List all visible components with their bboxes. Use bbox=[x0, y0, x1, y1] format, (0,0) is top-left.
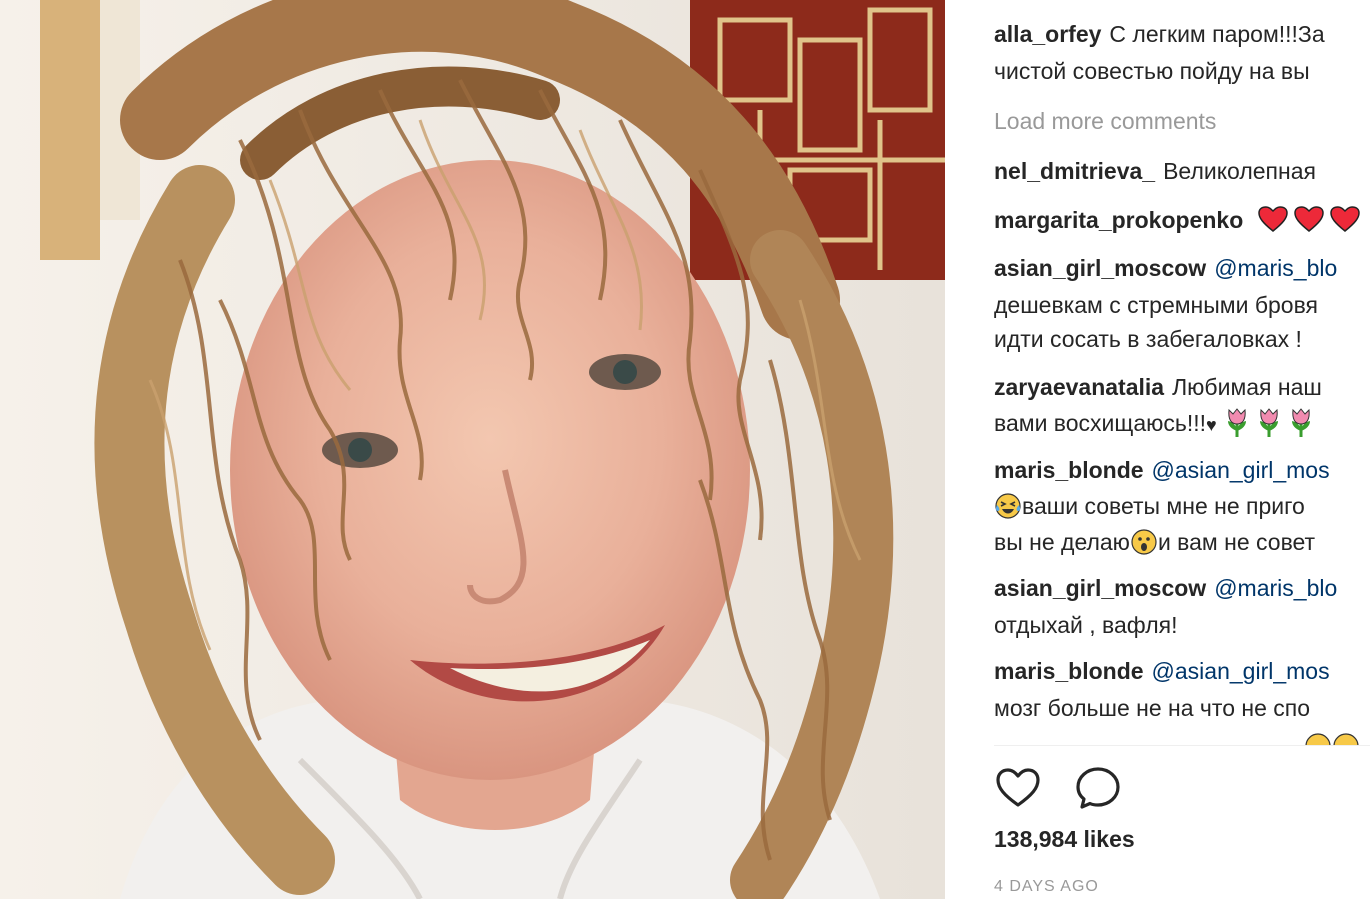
comment-text: вы не делаю bbox=[994, 529, 1130, 555]
comments-list[interactable]: alla_orfey С легким паром!!!За чистой сов… bbox=[994, 0, 1370, 745]
post-caption: alla_orfey С легким паром!!!За bbox=[994, 16, 1325, 53]
likes-count[interactable]: 138,984 likes bbox=[994, 826, 1135, 853]
comment-mention-link[interactable]: @maris_blo bbox=[1214, 255, 1337, 281]
tulip-emoji-icon bbox=[1228, 408, 1247, 437]
comment-item: asian_girl_moscow @maris_blo bbox=[994, 570, 1337, 607]
like-button[interactable] bbox=[994, 765, 1042, 813]
comment-item: maris_blonde @asian_girl_mos bbox=[994, 452, 1330, 489]
comment-bubble-icon bbox=[1076, 767, 1120, 809]
comment-text: вами восхищаюсь!!! bbox=[994, 410, 1207, 436]
comment-text-line-clipped bbox=[994, 728, 1360, 745]
selfie-illustration bbox=[0, 0, 945, 899]
comment-username[interactable]: asian_girl_moscow bbox=[994, 575, 1206, 601]
post-photo bbox=[0, 0, 945, 899]
comment-item: asian_girl_moscow @maris_blo bbox=[994, 250, 1337, 287]
comment-text-line: дешевкам с стремными бровя bbox=[994, 292, 1319, 318]
comment-text: Великолепная bbox=[1163, 158, 1316, 184]
comment-text-line: отдыхай , вафля! bbox=[994, 612, 1178, 638]
tulip-emoji-icon bbox=[1260, 408, 1279, 437]
comment-text-line-with-emoji: вами восхищаюсь!!!♥ bbox=[994, 405, 1319, 444]
caption-username[interactable]: alla_orfey bbox=[994, 21, 1101, 47]
comment-text-line-with-emoji: ваши советы мне не приго bbox=[994, 488, 1305, 525]
comment-text-line: мозг больше не на что не спо bbox=[994, 695, 1311, 721]
comment-text-line: идти сосать в забегаловках ! bbox=[994, 326, 1302, 352]
black-heart-emoji-icon: ♥ bbox=[1206, 415, 1217, 435]
comment-text-line-with-emoji: вы не делаю и вам не совет bbox=[994, 524, 1315, 561]
comment-text: и вам не совет bbox=[1157, 529, 1316, 555]
red-heart-emoji-icon bbox=[1293, 206, 1324, 232]
caption-text-line1: С легким паром!!!За bbox=[1109, 21, 1325, 47]
comment-text: Любимая наш bbox=[1172, 374, 1322, 400]
comment-username[interactable]: margarita_prokopenko bbox=[994, 207, 1243, 233]
laughing-tears-face-emoji-icon bbox=[1333, 733, 1359, 745]
laughing-tears-face-emoji-icon bbox=[995, 493, 1021, 519]
panel-divider bbox=[994, 745, 1370, 746]
comment-username[interactable]: asian_girl_moscow bbox=[994, 255, 1206, 281]
tulip-emoji-icon bbox=[1292, 408, 1311, 437]
red-heart-emoji-icon bbox=[1257, 206, 1288, 232]
load-more-comments-link[interactable]: Load more comments bbox=[994, 103, 1216, 140]
comment-button[interactable] bbox=[1074, 765, 1122, 813]
post-side-panel: alla_orfey С легким паром!!!За чистой сов… bbox=[945, 0, 1370, 899]
comment-item: margarita_prokopenko bbox=[994, 202, 1366, 239]
red-heart-emoji-icon bbox=[1329, 206, 1360, 232]
laughing-tears-face-emoji-icon bbox=[1305, 733, 1331, 745]
comment-username[interactable]: maris_blonde bbox=[994, 658, 1144, 684]
comment-item: maris_blonde @asian_girl_mos bbox=[994, 653, 1330, 690]
caption-text-line2: чистой совестью пойду на вы bbox=[994, 58, 1310, 84]
comment-text: ваши советы мне не приго bbox=[1022, 493, 1305, 519]
post-caption-line2: чистой совестью пойду на вы bbox=[994, 53, 1310, 90]
heart-outline-icon bbox=[996, 768, 1040, 807]
comment-mention-link[interactable]: @maris_blo bbox=[1214, 575, 1337, 601]
post-timestamp[interactable]: 4 DAYS AGO bbox=[994, 878, 1099, 896]
comment-mention-link[interactable]: @asian_girl_mos bbox=[1152, 658, 1330, 684]
comment-mention-link[interactable]: @asian_girl_mos bbox=[1152, 457, 1330, 483]
comment-username[interactable]: maris_blonde bbox=[994, 457, 1144, 483]
comment-item: zaryaevanatalia Любимая наш bbox=[994, 369, 1322, 406]
comment-username[interactable]: zaryaevanatalia bbox=[994, 374, 1164, 400]
comment-username[interactable]: nel_dmitrieva_ bbox=[994, 158, 1155, 184]
surprised-face-emoji-icon bbox=[1131, 529, 1157, 555]
comment-item: nel_dmitrieva_ Великолепная bbox=[994, 153, 1316, 190]
